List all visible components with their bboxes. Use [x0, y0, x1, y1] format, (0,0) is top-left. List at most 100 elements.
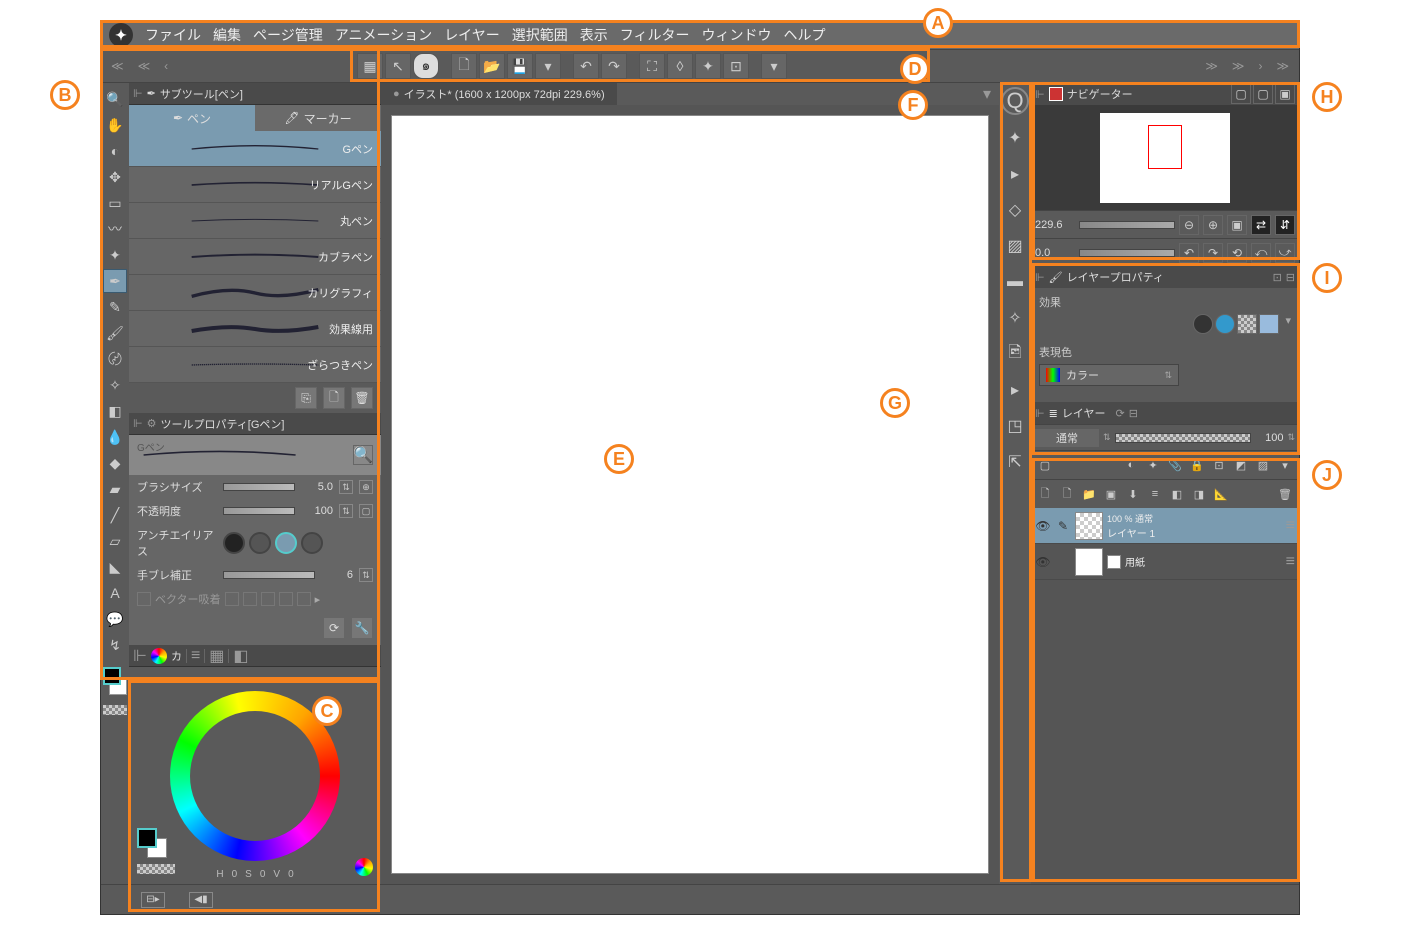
subtool-round-pen[interactable]: 丸ペン — [129, 203, 381, 239]
main-color-swatch[interactable] — [137, 828, 157, 848]
pin-icon[interactable]: ⊩ — [1035, 407, 1045, 420]
transparent-swatch[interactable] — [103, 705, 127, 715]
snap-opt[interactable] — [297, 592, 311, 606]
chevron-down-icon[interactable]: ▾ — [975, 84, 999, 104]
menu-window[interactable]: ウィンドウ — [702, 25, 772, 45]
navigator-preview[interactable] — [1031, 105, 1299, 210]
material-frame-icon[interactable]: ▬ — [1002, 269, 1028, 295]
color-set-tab-icon[interactable]: ▦ — [209, 646, 224, 666]
subtool-real-g-pen[interactable]: リアルGペン — [129, 167, 381, 203]
rotate-cw-icon[interactable]: ↷ — [1203, 243, 1223, 263]
pin-icon[interactable]: ⊩ — [133, 417, 143, 430]
canvas[interactable] — [391, 115, 989, 874]
open-folder-icon[interactable]: 📂 — [479, 53, 505, 79]
layer-opacity-slider[interactable] — [1115, 433, 1252, 443]
deselect-icon[interactable]: ◊ — [667, 53, 693, 79]
layer-color-icon[interactable]: ▾ — [1275, 455, 1295, 475]
menu-layer[interactable]: レイヤー — [444, 25, 500, 45]
move-tool-icon[interactable]: ✥ — [103, 165, 127, 189]
menu-icon[interactable]: ≡ — [1286, 553, 1295, 571]
trash-icon[interactable]: 🗑 — [351, 387, 373, 409]
select-all-icon[interactable]: ⛶ — [639, 53, 665, 79]
blend-tool-icon[interactable]: 💧 — [103, 425, 127, 449]
brush-size-slider[interactable] — [223, 483, 295, 491]
subtool-effect-line[interactable]: 効果線用 — [129, 311, 381, 347]
transform-icon[interactable]: ⊡ — [723, 53, 749, 79]
new-subtool-icon[interactable]: 🗋 — [323, 387, 345, 409]
ruler-icon[interactable]: 📐 — [1211, 484, 1231, 504]
nav-tab-icon[interactable]: ▢ — [1231, 84, 1251, 104]
reference-icon[interactable]: ✦ — [1143, 455, 1163, 475]
magnify-icon[interactable]: 🔍 — [353, 445, 373, 465]
edit-target-icon[interactable]: ✎ — [1055, 519, 1071, 533]
save-icon[interactable]: 💾 — [507, 53, 533, 79]
stepper-icon[interactable]: ⇅ — [339, 480, 353, 494]
camera-icon[interactable]: ◀▮ — [189, 892, 213, 908]
rotate-reset-icon[interactable]: ⟲ — [1227, 243, 1247, 263]
apply-mask-icon[interactable]: ◨ — [1189, 484, 1209, 504]
ruler-show-icon[interactable]: ▨ — [1253, 455, 1273, 475]
color-tab-label[interactable]: カ — [171, 648, 182, 664]
tab-marker[interactable]: 🖊マーカー — [255, 105, 381, 131]
select-tool-icon[interactable]: ▭ — [103, 191, 127, 215]
lasso-tool-icon[interactable]: 〰 — [103, 217, 127, 241]
chevron-left-icon[interactable]: ‹ — [158, 59, 174, 73]
snap-opt[interactable] — [279, 592, 293, 606]
material-folder-icon[interactable]: ✦ — [1002, 125, 1028, 151]
trash-icon[interactable]: 🗑 — [1275, 484, 1295, 504]
color-swatches[interactable] — [103, 667, 127, 701]
aa-weak[interactable] — [249, 532, 271, 554]
merge-down-icon[interactable]: ≡ — [1145, 484, 1165, 504]
snap-opt[interactable] — [261, 592, 275, 606]
chevron-right-icon[interactable]: ≫ — [1226, 59, 1251, 73]
tone-effect-icon[interactable] — [1215, 314, 1235, 334]
color-swatches[interactable] — [137, 828, 167, 862]
frame-tool-icon[interactable]: ▱ — [103, 529, 127, 553]
blend-mode-select[interactable]: 通常 — [1035, 429, 1099, 447]
rotate-step-ccw-icon[interactable]: ⤺ — [1251, 243, 1271, 263]
tab-icon[interactable]: ⟳ — [1115, 407, 1124, 420]
new-raster-layer-icon[interactable]: 🗋 — [1035, 484, 1055, 504]
color-swap-icon[interactable] — [355, 858, 373, 876]
chevron-down-icon[interactable]: ▾ — [761, 53, 787, 79]
mask-enable-icon[interactable]: ◩ — [1231, 455, 1251, 475]
pin-icon[interactable]: ⊩ — [1035, 88, 1045, 101]
text-tool-icon[interactable]: A — [103, 581, 127, 605]
tab-icon[interactable]: ⊟ — [1129, 407, 1138, 420]
opacity-slider[interactable] — [223, 507, 295, 515]
material-image-icon[interactable]: 🖻 — [1002, 341, 1028, 367]
chevron-right-icon[interactable]: ≫ — [1270, 59, 1295, 73]
chevron-down-icon[interactable]: ▾ — [535, 53, 561, 79]
fill-tool-icon[interactable]: ◆ — [103, 451, 127, 475]
expand-icon[interactable]: ▸ — [315, 593, 321, 606]
copy-subtool-icon[interactable]: ⎘ — [295, 387, 317, 409]
deco-tool-icon[interactable]: ✧ — [103, 373, 127, 397]
airbrush-tool-icon[interactable]: 〄 — [103, 347, 127, 371]
tab-icon[interactable]: ⊡ — [1273, 271, 1282, 284]
document-tab[interactable]: ● イラスト* (1600 x 1200px 72dpi 229.6%) — [381, 83, 617, 105]
quick-access-icon[interactable]: Q — [1001, 87, 1029, 115]
menu-animation[interactable]: アニメーション — [335, 25, 432, 45]
snap-opt[interactable] — [225, 592, 239, 606]
flip-h-icon[interactable]: ⇄ — [1251, 215, 1271, 235]
tab-icon[interactable]: ⊟ — [1286, 271, 1295, 284]
rotate-tool-icon[interactable]: ◐ — [103, 139, 127, 163]
menu-view[interactable]: 表示 — [580, 25, 608, 45]
subtool-rough-pen[interactable]: ざらつきペン — [129, 347, 381, 383]
balloon-tool-icon[interactable]: 💬 — [103, 607, 127, 631]
snap-opt[interactable] — [243, 592, 257, 606]
visibility-icon[interactable]: 👁 — [1035, 519, 1051, 533]
wrench-icon[interactable]: 🔧 — [351, 617, 373, 639]
menu-select[interactable]: 選択範囲 — [512, 25, 568, 45]
chevron-left-icon[interactable]: ≪ — [105, 59, 130, 73]
tab-pen[interactable]: ✒ペン — [129, 105, 255, 131]
reset-icon[interactable]: ⟳ — [323, 617, 345, 639]
undo-icon[interactable]: ↶ — [573, 53, 599, 79]
rotate-step-cw-icon[interactable]: ⤻ — [1275, 243, 1295, 263]
stepper-icon[interactable]: ⇅ — [339, 504, 353, 518]
material-tone-icon[interactable]: ◇ — [1002, 197, 1028, 223]
link-icon[interactable]: ⊕ — [359, 480, 373, 494]
pin-icon[interactable]: ⊩ — [133, 646, 147, 666]
material-3d-icon[interactable]: ▸ — [1002, 377, 1028, 403]
stepper-icon[interactable]: ⇅ — [359, 568, 373, 582]
